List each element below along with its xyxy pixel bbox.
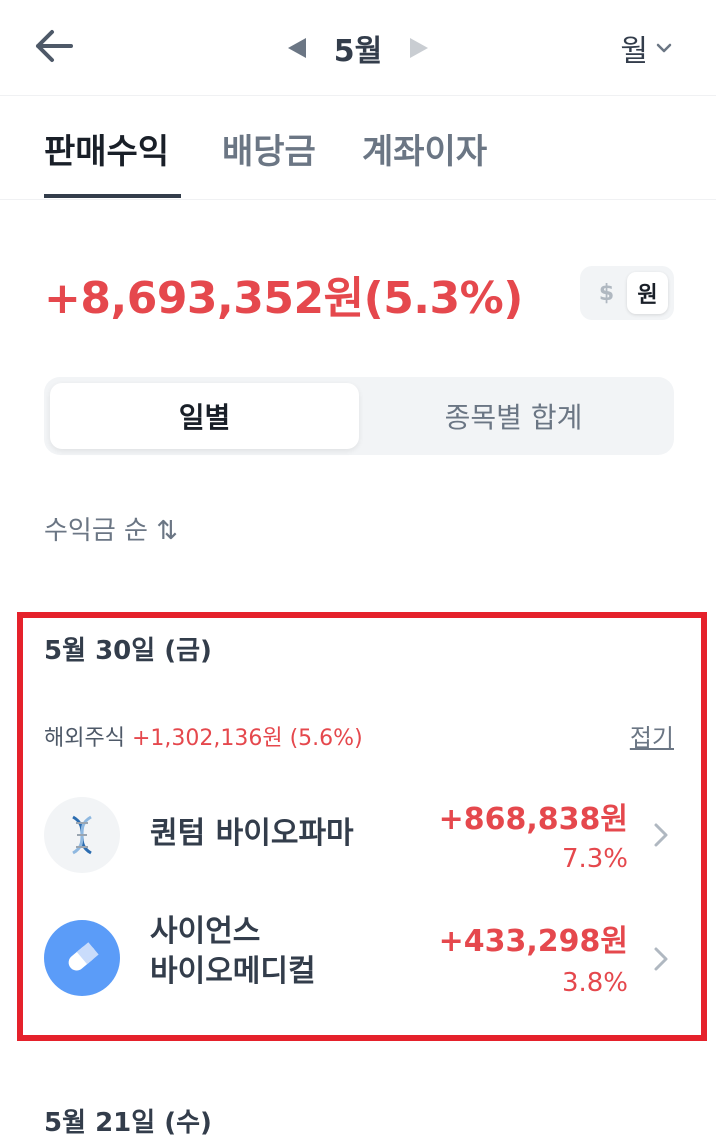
stock-profit-percent: 3.8% xyxy=(561,968,628,998)
segment-daily[interactable]: 일별 xyxy=(50,383,359,449)
currency-usd-option[interactable]: $ xyxy=(586,272,627,314)
day-header: 5월 21일 (수) xyxy=(44,1108,212,1138)
pill-icon xyxy=(68,942,99,971)
stock-profit-percent: 7.3% xyxy=(561,844,628,874)
stock-logo xyxy=(44,920,120,996)
stock-row[interactable]: 사이언스 바이오메디컬 +433,298원 3.8% xyxy=(44,904,674,1014)
tab-bar: 판매수익 배당금 계좌이자 xyxy=(0,96,716,200)
tab-dividends[interactable]: 배당금 xyxy=(222,124,316,173)
stock-name: 사이언스 바이오메디컬 xyxy=(150,912,316,992)
month-navigator: 5월 xyxy=(0,0,716,96)
view-segmented-control: 일별 종목별 합계 xyxy=(44,377,674,455)
prev-month-button[interactable] xyxy=(287,38,306,58)
sort-label: 수익금 순 ⇅ xyxy=(44,516,178,546)
dna-logo-icon xyxy=(72,815,92,855)
group-row: 해외주식 +1,302,136원 (5.6%) 접기 xyxy=(44,718,674,754)
active-tab-indicator xyxy=(44,194,181,198)
stock-profit-amount: +433,298원 xyxy=(438,924,628,959)
day-header: 5월 30일 (금) xyxy=(44,636,212,666)
group-gain: +1,302,136원 (5.6%) xyxy=(131,726,363,751)
group-name: 해외주식 xyxy=(44,726,125,751)
top-bar: 5월 월 xyxy=(0,0,716,96)
sort-button[interactable]: 수익금 순 ⇅ xyxy=(44,510,178,547)
group-summary: 해외주식 +1,302,136원 (5.6%) xyxy=(44,720,363,752)
total-profit: +8,693,352원(5.3%) xyxy=(44,273,523,324)
arrow-left-icon xyxy=(36,30,73,62)
back-button[interactable] xyxy=(30,24,78,68)
period-label: 월 xyxy=(620,34,648,69)
stock-logo xyxy=(44,797,120,873)
collapse-link[interactable]: 접기 xyxy=(630,718,674,753)
next-month-button[interactable] xyxy=(410,38,429,58)
period-dropdown[interactable]: 월 xyxy=(620,26,672,70)
stock-profit-amount: +868,838원 xyxy=(438,802,628,837)
currency-toggle[interactable]: $ 원 xyxy=(580,266,674,320)
stock-row[interactable]: 퀀텀 바이오파마 +868,838원 7.3% xyxy=(44,782,674,892)
stock-name: 퀀텀 바이오파마 xyxy=(150,816,354,851)
tab-sales-profit[interactable]: 판매수익 xyxy=(44,124,169,173)
stock-name-line1: 사이언스 xyxy=(150,914,261,949)
tab-account-interest[interactable]: 계좌이자 xyxy=(362,124,487,173)
chevron-right-icon xyxy=(654,823,668,847)
stock-name-line2: 바이오메디컬 xyxy=(150,954,316,989)
segment-by-stock[interactable]: 종목별 합계 xyxy=(359,383,668,449)
current-month: 5월 xyxy=(333,34,383,69)
chevron-right-icon xyxy=(654,947,668,971)
currency-krw-option[interactable]: 원 xyxy=(627,272,668,314)
chevron-down-icon xyxy=(656,43,672,53)
